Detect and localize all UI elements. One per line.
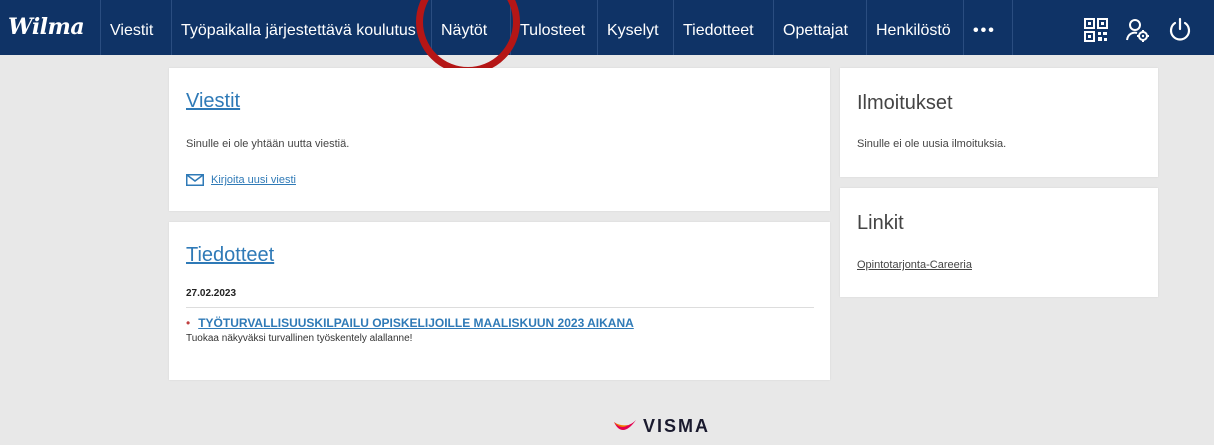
news-headline-link[interactable]: • TYÖTURVALLISUUSKILPAILU OPISKELIJOILLE … <box>186 316 634 330</box>
notifications-empty-text: Sinulle ei ole uusia ilmoituksia. <box>857 138 1007 150</box>
user-settings-icon[interactable] <box>1125 17 1151 43</box>
notifications-card-title: Ilmoitukset <box>857 92 953 114</box>
nav-item-tulosteet[interactable]: Tulosteet <box>510 0 594 55</box>
messages-card: Viestit Sinulle ei ole yhtään uutta vies… <box>169 68 830 211</box>
news-title-link[interactable]: Tiedotteet <box>186 244 274 266</box>
nav-item-henkilosto[interactable]: Henkilöstö <box>866 0 960 55</box>
nav-item-tyopaikalla-koulutus[interactable]: Työpaikalla järjestettävä koulutus <box>171 0 425 55</box>
nav-separator <box>1012 0 1013 55</box>
nav-item-kyselyt[interactable]: Kyselyt <box>597 0 668 55</box>
news-date: 27.02.2023 <box>186 288 814 308</box>
messages-title-link[interactable]: Viestit <box>186 90 240 112</box>
visma-logo-icon <box>614 420 636 431</box>
wilma-logo[interactable]: Wilma <box>8 14 85 42</box>
news-card: Tiedotteet 27.02.2023 • TYÖTURVALLISUUSKI… <box>169 222 830 380</box>
notifications-card: Ilmoitukset Sinulle ei ole uusia ilmoitu… <box>840 68 1158 177</box>
nav-item-tiedotteet[interactable]: Tiedotteet <box>673 0 763 55</box>
nav-item-opettajat[interactable]: Opettajat <box>773 0 857 55</box>
nav-item-naytot[interactable]: Näytöt <box>431 0 496 55</box>
news-description: Tuokaa näkyväksi turvallinen työskentely… <box>186 333 413 344</box>
news-card-title: Tiedotteet <box>186 244 274 267</box>
visma-logo: VISMA <box>613 414 710 438</box>
opintotarjonta-link[interactable]: Opintotarjonta-Careeria <box>857 259 972 271</box>
messages-card-title: Viestit <box>186 90 240 113</box>
compose-message-link[interactable]: Kirjoita uusi viesti <box>211 174 296 186</box>
top-navigation-bar: Wilma Viestit Työpaikalla järjestettävä … <box>0 0 1214 55</box>
nav-item-viestit[interactable]: Viestit <box>100 0 162 55</box>
links-card: Linkit Opintotarjonta-Careeria <box>840 188 1158 297</box>
qr-code-icon[interactable] <box>1083 17 1109 43</box>
bullet-icon: • <box>186 316 191 330</box>
news-headline-text: TYÖTURVALLISUUSKILPAILU OPISKELIJOILLE M… <box>198 316 634 330</box>
messages-empty-text: Sinulle ei ole yhtään uutta viestiä. <box>186 138 350 150</box>
power-icon[interactable] <box>1167 17 1193 43</box>
visma-logo-text: VISMA <box>643 415 711 436</box>
envelope-icon[interactable] <box>186 174 204 186</box>
news-date-text: 27.02.2023 <box>186 288 237 299</box>
nav-more-button[interactable]: ••• <box>963 0 1005 55</box>
links-card-title: Linkit <box>857 212 904 234</box>
